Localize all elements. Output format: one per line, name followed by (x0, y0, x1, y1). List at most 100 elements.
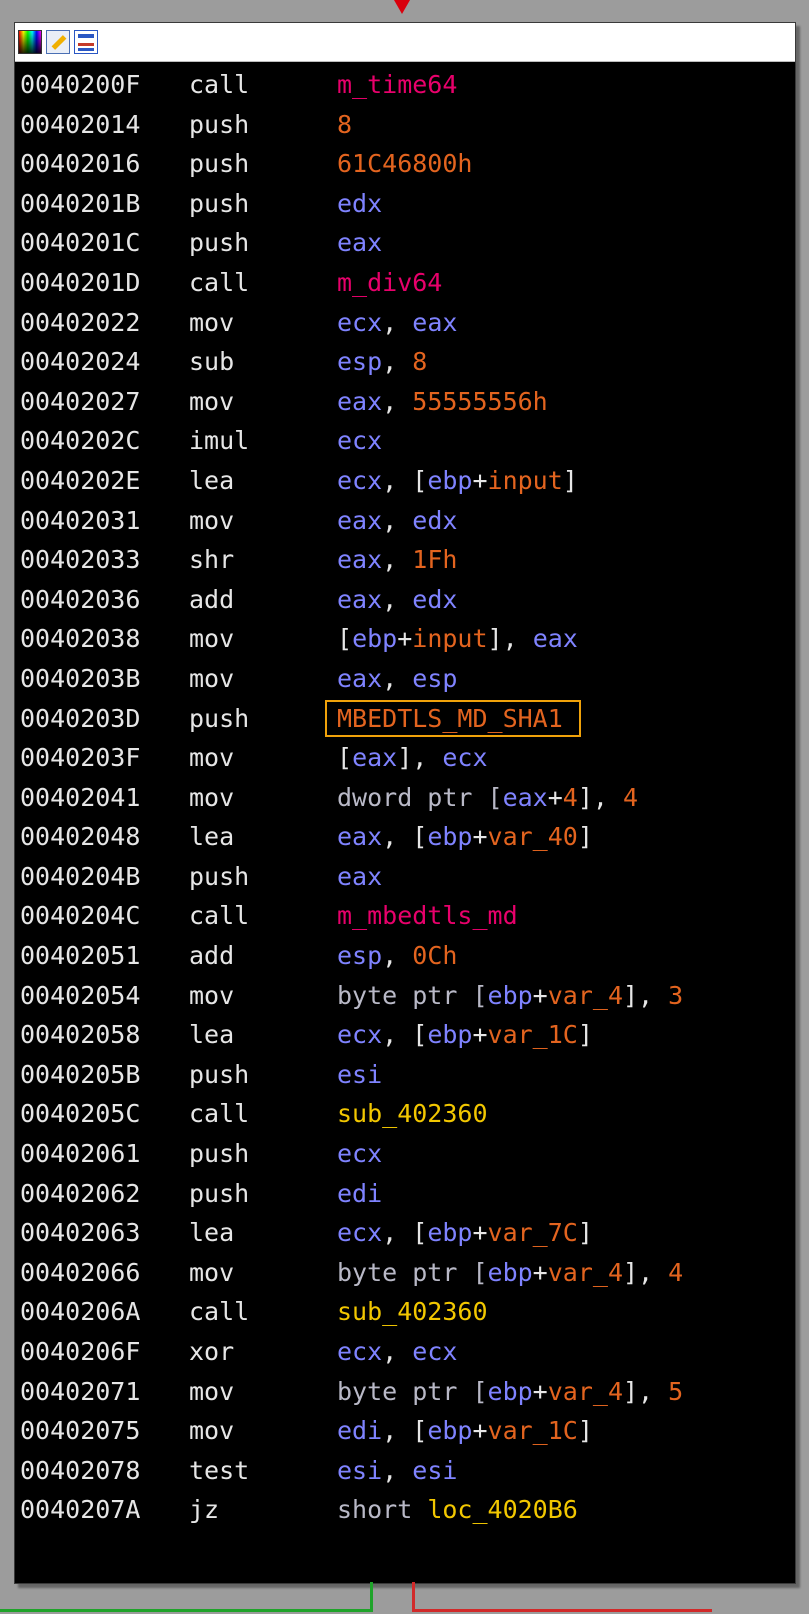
instruction-address[interactable]: 0040206F (20, 1332, 140, 1372)
instruction-address[interactable]: 0040201B (20, 184, 140, 224)
operand-token[interactable]: eax (337, 664, 382, 693)
instruction-row[interactable]: 0040203D push MBEDTLS_MD_SHA1 (15, 699, 795, 739)
instruction-address[interactable]: 00402063 (20, 1213, 140, 1253)
instruction-row[interactable]: 00402024 sub esp, 8 (15, 342, 795, 382)
instruction-operands[interactable]: eax, edx (337, 580, 457, 620)
instruction-mnemonic[interactable]: push (189, 105, 249, 145)
operand-token[interactable]: eax (412, 308, 457, 337)
operand-token[interactable]: short (337, 1495, 427, 1524)
instruction-row[interactable]: 00402062 push edi (15, 1174, 795, 1214)
instruction-address[interactable]: 0040200F (20, 65, 140, 105)
instruction-mnemonic[interactable]: push (189, 184, 249, 224)
instruction-operands[interactable]: byte ptr [ebp+var_4], 5 (337, 1372, 683, 1412)
instruction-row[interactable]: 00402041 mov dword ptr [eax+4], 4 (15, 778, 795, 818)
instruction-operands[interactable]: eax, 1Fh (337, 540, 457, 580)
instruction-operands[interactable]: esi (337, 1055, 382, 1095)
instruction-address[interactable]: 0040204C (20, 896, 140, 936)
instruction-mnemonic[interactable]: mov (189, 1372, 234, 1412)
operand-token[interactable]: 8 (412, 347, 427, 376)
instruction-mnemonic[interactable]: push (189, 699, 249, 739)
operand-token[interactable]: var_4 (548, 1377, 623, 1406)
instruction-mnemonic[interactable]: call (189, 896, 249, 936)
instruction-mnemonic[interactable]: call (189, 65, 249, 105)
instruction-row[interactable]: 0040200F call m_time64 (15, 65, 795, 105)
instruction-address[interactable]: 00402041 (20, 778, 140, 818)
instruction-address[interactable]: 0040202E (20, 461, 140, 501)
operand-token[interactable]: eax (337, 822, 382, 851)
operand-token[interactable]: eax (503, 783, 548, 812)
instruction-mnemonic[interactable]: mov (189, 1253, 234, 1293)
instruction-row[interactable]: 00402014 push 8 (15, 105, 795, 145)
instruction-operands[interactable]: ecx, [ebp+input] (337, 461, 578, 501)
instruction-mnemonic[interactable]: mov (189, 976, 234, 1016)
instruction-operands[interactable]: esp, 8 (337, 342, 427, 382)
operand-token[interactable]: ecx (442, 743, 487, 772)
operand-token[interactable]: esi (412, 1456, 457, 1485)
instruction-mnemonic[interactable]: shr (189, 540, 234, 580)
instruction-row[interactable]: 00402031 mov eax, edx (15, 501, 795, 541)
instruction-operands[interactable]: byte ptr [ebp+var_4], 4 (337, 1253, 683, 1293)
instruction-address[interactable]: 00402058 (20, 1015, 140, 1055)
instruction-row[interactable]: 0040203B mov eax, esp (15, 659, 795, 699)
instruction-row[interactable]: 00402016 push 61C46800h (15, 144, 795, 184)
operand-token[interactable]: byte ptr [ (337, 1258, 488, 1287)
instruction-address[interactable]: 0040205C (20, 1094, 140, 1134)
instruction-operands[interactable]: edi, [ebp+var_1C] (337, 1411, 593, 1451)
operand-token[interactable]: edx (412, 585, 457, 614)
instruction-operands[interactable]: sub_402360 (337, 1292, 488, 1332)
color-palette-icon[interactable] (18, 30, 42, 54)
operand-token[interactable]: sub_402360 (337, 1297, 488, 1326)
instruction-operands[interactable]: sub_402360 (337, 1094, 488, 1134)
operand-token[interactable]: var_40 (488, 822, 578, 851)
instruction-address[interactable]: 00402071 (20, 1372, 140, 1412)
instruction-mnemonic[interactable]: lea (189, 461, 234, 501)
operand-token[interactable]: m_time64 (337, 70, 457, 99)
operand-token[interactable]: ebp (427, 1218, 472, 1247)
instruction-mnemonic[interactable]: mov (189, 501, 234, 541)
instruction-address[interactable]: 00402062 (20, 1174, 140, 1214)
instruction-operands[interactable]: eax, 55555556h (337, 382, 548, 422)
operand-token[interactable]: eax (352, 743, 397, 772)
operand-token[interactable]: esp (337, 347, 382, 376)
graph-view-canvas[interactable]: 0040200F call m_time64 00402014 push 8 0040201… (0, 0, 809, 1614)
instruction-operands[interactable]: ecx, eax (337, 303, 457, 343)
instruction-row[interactable]: 0040201B push edx (15, 184, 795, 224)
operand-token[interactable]: edi (337, 1416, 382, 1445)
operand-token[interactable]: 0Ch (412, 941, 457, 970)
instruction-row[interactable]: 00402036 add eax, edx (15, 580, 795, 620)
instruction-row[interactable]: 00402071 mov byte ptr [ebp+var_4], 5 (15, 1372, 795, 1412)
operand-token[interactable]: input (412, 624, 487, 653)
operand-token[interactable]: ecx (337, 1139, 382, 1168)
operand-token[interactable]: ebp (488, 981, 533, 1010)
instruction-operands[interactable]: m_mbedtls_md (337, 896, 518, 936)
operand-token[interactable]: m_mbedtls_md (337, 901, 518, 930)
instruction-row[interactable]: 00402048 lea eax, [ebp+var_40] (15, 817, 795, 857)
instruction-operands[interactable]: esi, esi (337, 1451, 457, 1491)
instruction-operands[interactable]: eax (337, 223, 382, 263)
instruction-mnemonic[interactable]: push (189, 223, 249, 263)
operand-token[interactable]: var_1C (488, 1416, 578, 1445)
operand-token[interactable]: ecx (337, 1218, 382, 1247)
instruction-operands[interactable]: ecx, [ebp+var_7C] (337, 1213, 593, 1253)
instruction-operands[interactable]: ecx, [ebp+var_1C] (337, 1015, 593, 1055)
instruction-address[interactable]: 0040203B (20, 659, 140, 699)
instruction-row[interactable]: 00402061 push ecx (15, 1134, 795, 1174)
instruction-row[interactable]: 00402054 mov byte ptr [ebp+var_4], 3 (15, 976, 795, 1016)
instruction-address[interactable]: 00402051 (20, 936, 140, 976)
instruction-mnemonic[interactable]: xor (189, 1332, 234, 1372)
instruction-mnemonic[interactable]: sub (189, 342, 234, 382)
instruction-operands[interactable]: eax (337, 857, 382, 897)
operand-token[interactable]: ecx (337, 426, 382, 455)
operand-token[interactable]: ebp (427, 1416, 472, 1445)
instruction-operands[interactable]: 61C46800h (337, 144, 472, 184)
instruction-row[interactable]: 0040201C push eax (15, 223, 795, 263)
instruction-operands[interactable]: edx (337, 184, 382, 224)
operand-token[interactable]: ebp (488, 1377, 533, 1406)
instruction-operands[interactable]: ecx (337, 421, 382, 461)
instruction-mnemonic[interactable]: mov (189, 619, 234, 659)
instruction-mnemonic[interactable]: imul (189, 421, 249, 461)
operand-token[interactable]: ecx (337, 1020, 382, 1049)
instruction-row[interactable]: 00402051 add esp, 0Ch (15, 936, 795, 976)
instruction-mnemonic[interactable]: lea (189, 1015, 234, 1055)
instruction-row[interactable]: 0040202C imul ecx (15, 421, 795, 461)
